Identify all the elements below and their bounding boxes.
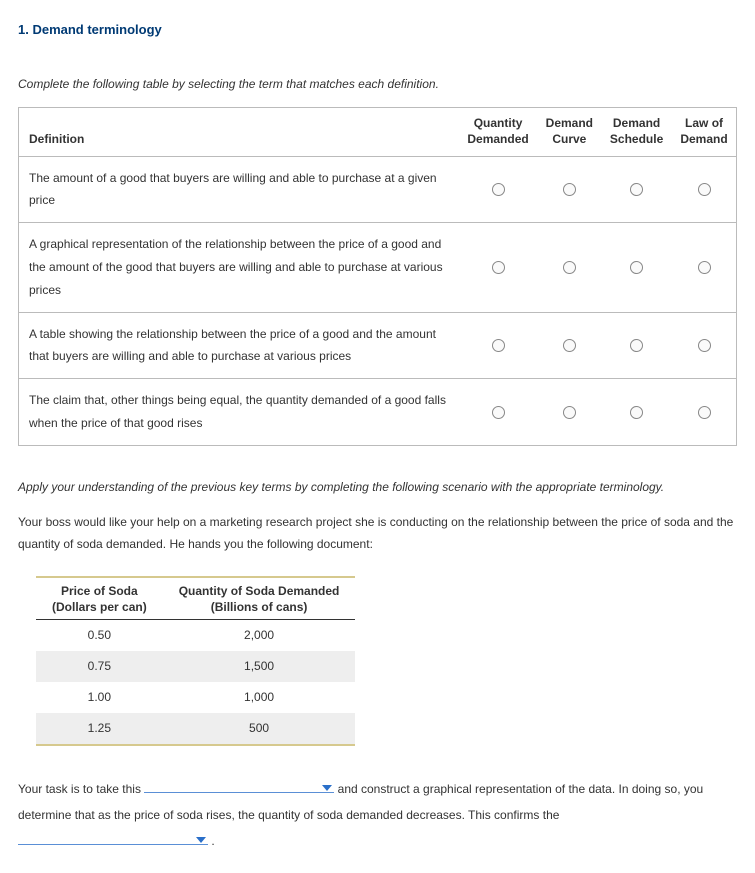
- qty-cell: 1,500: [163, 651, 356, 682]
- price-cell: 1.25: [36, 713, 163, 745]
- table-row: A table showing the relationship between…: [19, 312, 737, 379]
- radio-option[interactable]: [563, 261, 576, 274]
- chevron-down-icon: [196, 837, 206, 843]
- radio-option[interactable]: [698, 406, 711, 419]
- radio-option[interactable]: [630, 261, 643, 274]
- definition-table: Definition Quantity Demanded Demand Curv…: [18, 107, 737, 445]
- definition-cell: The amount of a good that buyers are wil…: [19, 156, 459, 223]
- qty-cell: 2,000: [163, 620, 356, 651]
- chevron-down-icon: [322, 785, 332, 791]
- header-quantity-demanded: Quantity Demanded: [459, 108, 538, 156]
- price-cell: 0.50: [36, 620, 163, 651]
- qty-cell: 500: [163, 713, 356, 745]
- header-definition: Definition: [19, 108, 459, 156]
- data-row: 1.25 500: [36, 713, 355, 745]
- dropdown-blank-1[interactable]: [144, 779, 334, 793]
- radio-option[interactable]: [630, 406, 643, 419]
- definition-cell: A table showing the relationship between…: [19, 312, 459, 379]
- sentence-part: Your task is to take this: [18, 782, 144, 796]
- data-col1-header: Price of Soda: [36, 577, 163, 600]
- price-cell: 1.00: [36, 682, 163, 713]
- qty-cell: 1,000: [163, 682, 356, 713]
- radio-option[interactable]: [563, 339, 576, 352]
- data-row: 1.00 1,000: [36, 682, 355, 713]
- data-col1-sub: (Dollars per can): [36, 600, 163, 620]
- definition-cell: A graphical representation of the relati…: [19, 223, 459, 312]
- radio-option[interactable]: [492, 339, 505, 352]
- radio-option[interactable]: [630, 339, 643, 352]
- radio-option[interactable]: [698, 339, 711, 352]
- radio-option[interactable]: [492, 406, 505, 419]
- data-row: 0.75 1,500: [36, 651, 355, 682]
- data-col2-sub: (Billions of cans): [163, 600, 356, 620]
- header-demand-schedule: Demand Schedule: [601, 108, 672, 156]
- table-row: The amount of a good that buyers are wil…: [19, 156, 737, 223]
- soda-data-table: Price of Soda Quantity of Soda Demanded …: [36, 576, 355, 745]
- table-row: The claim that, other things being equal…: [19, 379, 737, 446]
- sentence-part: .: [211, 834, 214, 848]
- data-row: 0.50 2,000: [36, 620, 355, 651]
- radio-option[interactable]: [698, 183, 711, 196]
- section-heading: 1. Demand terminology: [18, 18, 737, 43]
- radio-option[interactable]: [630, 183, 643, 196]
- instruction-1: Complete the following table by selectin…: [18, 73, 737, 96]
- fill-in-sentence: Your task is to take this and construct …: [18, 776, 737, 855]
- table-row: A graphical representation of the relati…: [19, 223, 737, 312]
- data-col2-header: Quantity of Soda Demanded: [163, 577, 356, 600]
- radio-option[interactable]: [563, 406, 576, 419]
- header-demand-curve: Demand Curve: [538, 108, 601, 156]
- price-cell: 0.75: [36, 651, 163, 682]
- header-law-of-demand: Law of Demand: [672, 108, 736, 156]
- scenario-paragraph: Your boss would like your help on a mark…: [18, 511, 737, 557]
- radio-option[interactable]: [563, 183, 576, 196]
- radio-option[interactable]: [492, 183, 505, 196]
- instruction-2: Apply your understanding of the previous…: [18, 476, 737, 499]
- dropdown-blank-2[interactable]: [18, 831, 208, 845]
- radio-option[interactable]: [492, 261, 505, 274]
- definition-cell: The claim that, other things being equal…: [19, 379, 459, 446]
- radio-option[interactable]: [698, 261, 711, 274]
